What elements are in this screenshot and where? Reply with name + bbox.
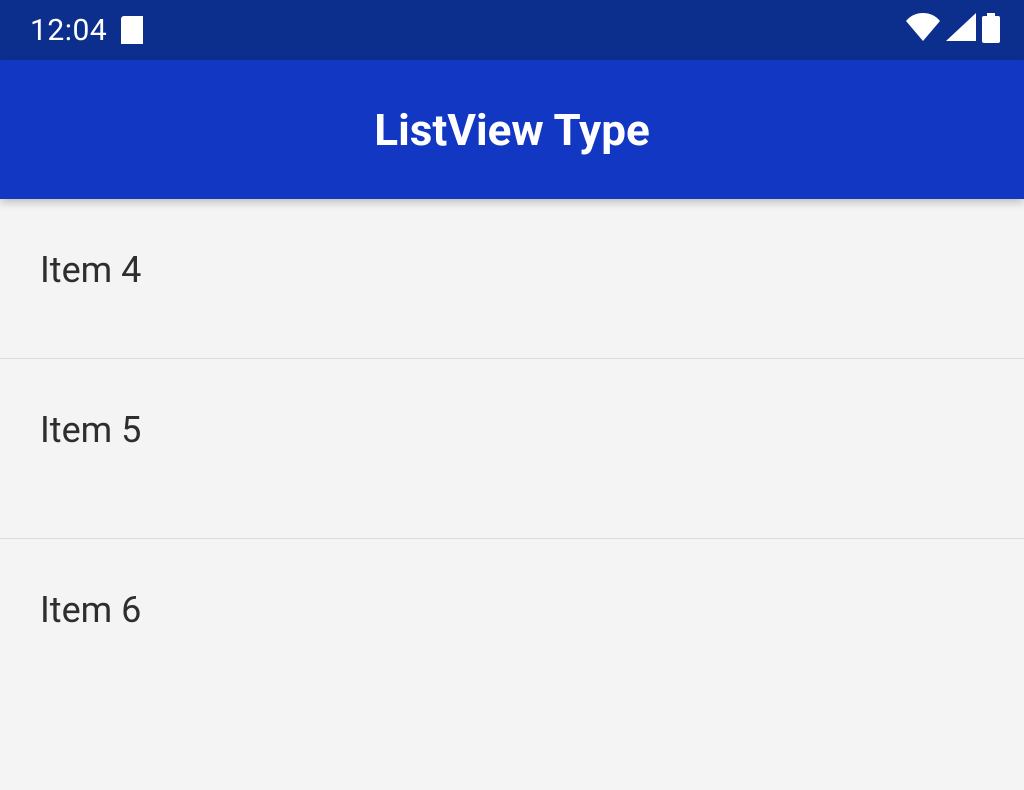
app-title: ListView Type	[374, 104, 649, 156]
status-time: 12:04	[30, 13, 107, 48]
list-item[interactable]: Item 6	[0, 539, 1024, 719]
list-view[interactable]: Item 4 Item 5 Item 6	[0, 199, 1024, 719]
list-item-label: Item 4	[40, 249, 141, 291]
signal-icon	[946, 13, 978, 47]
list-item[interactable]: Item 4	[0, 199, 1024, 359]
list-item[interactable]: Item 5	[0, 359, 1024, 539]
list-item-label: Item 5	[40, 409, 141, 451]
wifi-icon	[904, 13, 942, 47]
sd-card-icon	[121, 16, 143, 44]
status-right	[904, 13, 1000, 47]
app-bar: ListView Type	[0, 60, 1024, 199]
status-bar: 12:04	[0, 0, 1024, 60]
list-item-label: Item 6	[40, 589, 141, 631]
battery-icon	[982, 13, 1000, 47]
status-left: 12:04	[30, 13, 143, 48]
